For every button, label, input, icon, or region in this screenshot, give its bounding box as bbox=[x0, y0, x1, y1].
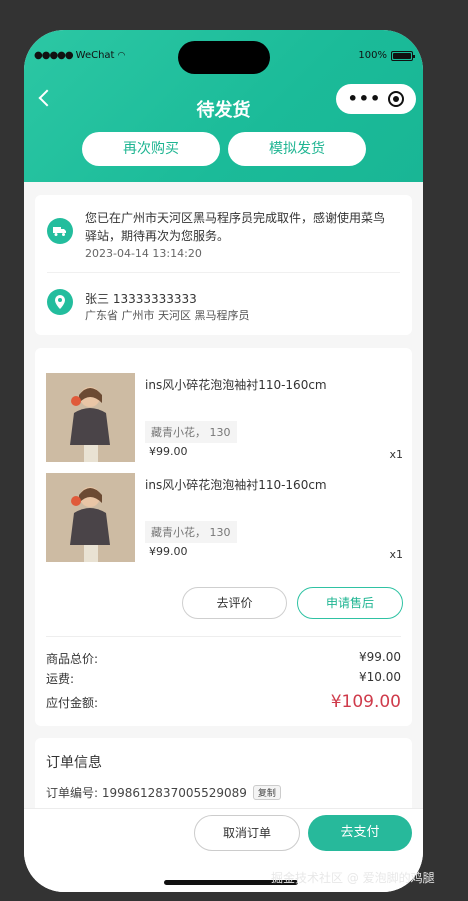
divider bbox=[47, 272, 400, 273]
freight-label: 运费: bbox=[46, 672, 75, 686]
goods-card: ins风小碎花泡泡袖衬110-160cm 藏青小花， 130 ¥99.00 x1… bbox=[35, 348, 412, 726]
order-number-row: 订单编号: 1998612837005529089 复制 bbox=[46, 784, 281, 801]
copy-button[interactable]: 复制 bbox=[252, 785, 281, 800]
goods-image bbox=[46, 473, 135, 562]
logistics-row[interactable]: 您已在广州市天河区黑马程序员完成取件，感谢使用菜鸟驿站，期待再次为您服务。 20… bbox=[47, 209, 395, 260]
battery-icon bbox=[391, 50, 415, 61]
goods-price: ¥99.00 bbox=[149, 545, 188, 558]
after-sale-button[interactable]: 申请售后 bbox=[297, 587, 403, 619]
receiver-name-phone: 张三 13333333333 bbox=[85, 292, 197, 306]
freight-row: 运费: ¥10.00 bbox=[46, 670, 401, 687]
carrier-label: WeChat bbox=[75, 50, 115, 61]
goods-total-label: 商品总价: bbox=[46, 652, 99, 666]
goods-spec: 藏青小花， 130 bbox=[145, 421, 237, 443]
shipping-card: 您已在广州市天河区黑马程序员完成取件，感谢使用菜鸟驿站，期待再次为您服务。 20… bbox=[35, 195, 412, 335]
order-info-title: 订单信息 bbox=[46, 755, 102, 771]
more-dots-icon[interactable]: ••• bbox=[348, 91, 382, 107]
shipping-message: 您已在广州市天河区黑马程序员完成取件，感谢使用菜鸟驿站，期待再次为您服务。 bbox=[85, 211, 386, 243]
goods-total-value: ¥99.00 bbox=[359, 650, 401, 664]
status-bar-left: ●●●●● WeChat ◠ bbox=[34, 50, 125, 61]
goods-item[interactable]: ins风小碎花泡泡袖衬110-160cm 藏青小花， 130 ¥99.00 x1 bbox=[46, 373, 403, 463]
goods-total-row: 商品总价: ¥99.00 bbox=[46, 650, 401, 667]
goods-price: ¥99.00 bbox=[149, 445, 188, 458]
divider bbox=[46, 636, 401, 637]
address-row: 张三 13333333333 广东省 广州市 天河区 黑马程序员 bbox=[47, 289, 395, 324]
goods-quantity: x1 bbox=[389, 448, 403, 461]
rebuy-button[interactable]: 再次购买 bbox=[82, 132, 220, 166]
payable-label: 应付金额: bbox=[46, 695, 99, 710]
status-bar-right: 100% bbox=[358, 50, 415, 61]
shipping-time: 2023-04-14 13:14:20 bbox=[85, 247, 202, 260]
goods-quantity: x1 bbox=[389, 548, 403, 561]
receiver-address: 广东省 广州市 天河区 黑马程序员 bbox=[85, 309, 250, 322]
capsule-close-icon[interactable] bbox=[388, 91, 405, 107]
goods-title: ins风小碎花泡泡袖衬110-160cm bbox=[145, 478, 327, 492]
signal-icon: ●●●●● bbox=[34, 50, 74, 61]
phone-screen: ●●●●● WeChat ◠ 100% 待发货 ••• 再次购买 模拟发货 您已… bbox=[24, 30, 423, 892]
goods-title: ins风小碎花泡泡袖衬110-160cm bbox=[145, 378, 327, 392]
review-button[interactable]: 去评价 bbox=[182, 587, 287, 619]
freight-value: ¥10.00 bbox=[359, 670, 401, 684]
order-number: 订单编号: 1998612837005529089 bbox=[46, 786, 247, 800]
goods-image bbox=[46, 373, 135, 462]
miniprogram-capsule: ••• bbox=[336, 84, 416, 114]
watermark: 掘金技术社区 @ 爱泡脚的鸡腿 bbox=[271, 871, 435, 885]
cancel-order-button[interactable]: 取消订单 bbox=[194, 815, 300, 851]
payable-row: 应付金额: ¥109.00 bbox=[46, 692, 401, 712]
mock-ship-button[interactable]: 模拟发货 bbox=[228, 132, 366, 166]
location-pin-icon bbox=[47, 289, 73, 315]
truck-icon bbox=[47, 218, 73, 244]
goods-item[interactable]: ins风小碎花泡泡袖衬110-160cm 藏青小花， 130 ¥99.00 x1 bbox=[46, 473, 403, 563]
payable-value: ¥109.00 bbox=[330, 692, 401, 712]
battery-label: 100% bbox=[358, 50, 387, 61]
goods-spec: 藏青小花， 130 bbox=[145, 521, 237, 543]
dynamic-island bbox=[178, 41, 270, 74]
wifi-icon: ◠ bbox=[117, 50, 126, 61]
header-banner: ●●●●● WeChat ◠ 100% 待发货 ••• 再次购买 模拟发货 bbox=[24, 30, 423, 182]
pay-button[interactable]: 去支付 bbox=[308, 815, 412, 851]
